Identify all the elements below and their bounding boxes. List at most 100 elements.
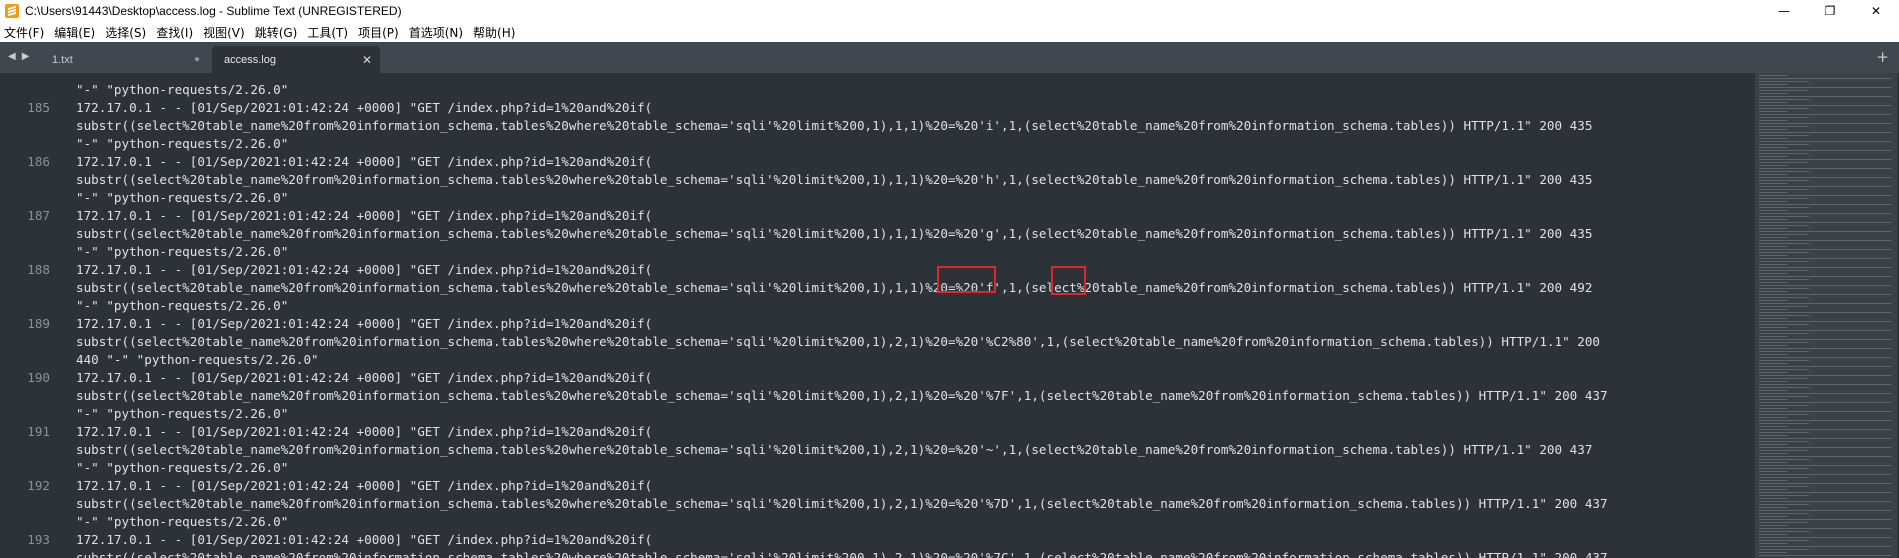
code-line[interactable]: "-" "python-requests/2.26.0"	[0, 189, 1753, 207]
menu-file[interactable]: 文件(F)	[4, 24, 44, 41]
menu-view[interactable]: 视图(V)	[203, 24, 245, 41]
line-number: 191	[27, 424, 50, 439]
line-text: 172.17.0.1 - - [01/Sep/2021:01:42:24 +00…	[76, 532, 653, 547]
minimap-line	[1759, 423, 1809, 424]
minimap-line	[1759, 444, 1787, 445]
minimap-line	[1759, 534, 1787, 535]
code-line[interactable]: substr((select%20table_name%20from%20inf…	[0, 333, 1753, 351]
minimap-line	[1759, 495, 1809, 496]
maximize-button[interactable]: ❐	[1807, 0, 1853, 22]
minimap-line	[1759, 90, 1809, 91]
minimap-line	[1759, 492, 1891, 493]
minimap-line	[1759, 153, 1809, 154]
minimap-line	[1759, 264, 1787, 265]
code-line[interactable]: "-" "python-requests/2.26.0"	[0, 81, 1753, 99]
close-button[interactable]: ✕	[1853, 0, 1899, 22]
minimap-line	[1759, 456, 1891, 457]
code-line[interactable]: 185 172.17.0.1 - - [01/Sep/2021:01:42:24 …	[0, 99, 1753, 117]
minimap-line	[1759, 462, 1787, 463]
tab-left-arrow-icon[interactable]: ◀	[8, 51, 16, 62]
menu-preferences[interactable]: 首选项(N)	[409, 24, 463, 41]
code-line[interactable]: 440 "-" "python-requests/2.26.0"	[0, 351, 1753, 369]
minimap-line	[1759, 144, 1809, 145]
close-tab-icon[interactable]: ✕	[360, 53, 374, 67]
minimap[interactable]	[1753, 73, 1899, 558]
minimap-line	[1759, 243, 1809, 244]
minimap-line	[1759, 348, 1891, 349]
code-line[interactable]: "-" "python-requests/2.26.0"	[0, 243, 1753, 261]
code-line[interactable]: 189 172.17.0.1 - - [01/Sep/2021:01:42:24 …	[0, 315, 1753, 333]
line-text: 172.17.0.1 - - [01/Sep/2021:01:42:24 +00…	[76, 154, 653, 169]
minimap-line	[1759, 258, 1891, 259]
line-text: 172.17.0.1 - - [01/Sep/2021:01:42:24 +00…	[76, 370, 653, 385]
minimap-line	[1759, 201, 1787, 202]
tab-access-log[interactable]: access.log ✕	[212, 46, 380, 73]
menu-find[interactable]: 查找(I)	[156, 24, 193, 41]
code-line[interactable]: substr((select%20table_name%20from%20inf…	[0, 279, 1753, 297]
title-bar: C:\Users\91443\Desktop\access.log - Subl…	[0, 0, 1899, 22]
minimap-line	[1759, 192, 1787, 193]
minimap-line	[1759, 318, 1787, 319]
minimap-line	[1759, 231, 1891, 232]
minimap-viewport[interactable]	[1755, 73, 1897, 558]
code-line[interactable]: "-" "python-requests/2.26.0"	[0, 459, 1753, 477]
code-line[interactable]: 187 172.17.0.1 - - [01/Sep/2021:01:42:24 …	[0, 207, 1753, 225]
code-line[interactable]: substr((select%20table_name%20from%20inf…	[0, 171, 1753, 189]
code-line[interactable]: 191 172.17.0.1 - - [01/Sep/2021:01:42:24 …	[0, 423, 1753, 441]
tab-right-arrow-icon[interactable]: ▶	[22, 51, 30, 62]
minimap-line	[1759, 501, 1891, 502]
minimap-line	[1759, 171, 1809, 172]
code-line[interactable]: 188 172.17.0.1 - - [01/Sep/2021:01:42:24 …	[0, 261, 1753, 279]
line-text: substr((select%20table_name%20from%20inf…	[76, 550, 1608, 558]
code-line[interactable]: 193 172.17.0.1 - - [01/Sep/2021:01:42:24 …	[0, 531, 1753, 549]
menu-goto[interactable]: 跳转(G)	[255, 24, 298, 41]
editor-area[interactable]: "-" "python-requests/2.26.0" 185 172.17.0.…	[0, 73, 1753, 558]
new-tab-plus-icon[interactable]: +	[1876, 48, 1889, 66]
code-line[interactable]: "-" "python-requests/2.26.0"	[0, 513, 1753, 531]
menu-edit[interactable]: 编辑(E)	[54, 24, 95, 41]
minimap-line	[1759, 363, 1787, 364]
minimap-line	[1759, 252, 1809, 253]
minimap-line	[1759, 195, 1891, 196]
minimap-line	[1759, 315, 1809, 316]
minimap-line	[1759, 525, 1787, 526]
menu-tools[interactable]: 工具(T)	[307, 24, 348, 41]
line-text: "-" "python-requests/2.26.0"	[76, 136, 289, 151]
minimap-line	[1759, 441, 1809, 442]
tab-1-txt[interactable]: 1.txt ●	[40, 46, 210, 73]
line-text: "-" "python-requests/2.26.0"	[76, 460, 289, 475]
minimap-line	[1759, 555, 1891, 556]
minimap-line	[1759, 150, 1891, 151]
minimap-line	[1759, 405, 1809, 406]
minimap-line	[1759, 327, 1787, 328]
minimap-line	[1759, 507, 1787, 508]
menu-project[interactable]: 项目(P)	[358, 24, 399, 41]
code-line[interactable]: substr((select%20table_name%20from%20inf…	[0, 549, 1753, 558]
code-line[interactable]: 192 172.17.0.1 - - [01/Sep/2021:01:42:24 …	[0, 477, 1753, 495]
unsaved-dot-icon[interactable]: ●	[190, 54, 204, 65]
minimize-button[interactable]: —	[1761, 0, 1807, 22]
menu-selection[interactable]: 选择(S)	[105, 24, 146, 41]
code-line[interactable]: "-" "python-requests/2.26.0"	[0, 405, 1753, 423]
tab-bar: ◀ ▶ 1.txt ● access.log ✕ +	[0, 42, 1899, 73]
code-line[interactable]: substr((select%20table_name%20from%20inf…	[0, 495, 1753, 513]
minimap-line	[1759, 330, 1891, 331]
code-line[interactable]: "-" "python-requests/2.26.0"	[0, 135, 1753, 153]
minimap-line	[1759, 447, 1891, 448]
code-line[interactable]: substr((select%20table_name%20from%20inf…	[0, 225, 1753, 243]
minimap-line	[1759, 393, 1891, 394]
code-line[interactable]: substr((select%20table_name%20from%20inf…	[0, 387, 1753, 405]
minimap-line	[1759, 270, 1809, 271]
menu-help[interactable]: 帮助(H)	[473, 24, 515, 41]
code-line[interactable]: 186 172.17.0.1 - - [01/Sep/2021:01:42:24 …	[0, 153, 1753, 171]
minimap-line	[1759, 432, 1809, 433]
minimap-line	[1759, 234, 1809, 235]
code-line[interactable]: 190 172.17.0.1 - - [01/Sep/2021:01:42:24 …	[0, 369, 1753, 387]
code-line[interactable]: "-" "python-requests/2.26.0"	[0, 297, 1753, 315]
code-line[interactable]: substr((select%20table_name%20from%20inf…	[0, 441, 1753, 459]
minimap-line	[1759, 204, 1891, 205]
line-text: 172.17.0.1 - - [01/Sep/2021:01:42:24 +00…	[76, 262, 653, 277]
line-text: substr((select%20table_name%20from%20inf…	[76, 388, 1608, 403]
code-view[interactable]: "-" "python-requests/2.26.0" 185 172.17.0.…	[0, 81, 1753, 558]
code-line[interactable]: substr((select%20table_name%20from%20inf…	[0, 117, 1753, 135]
